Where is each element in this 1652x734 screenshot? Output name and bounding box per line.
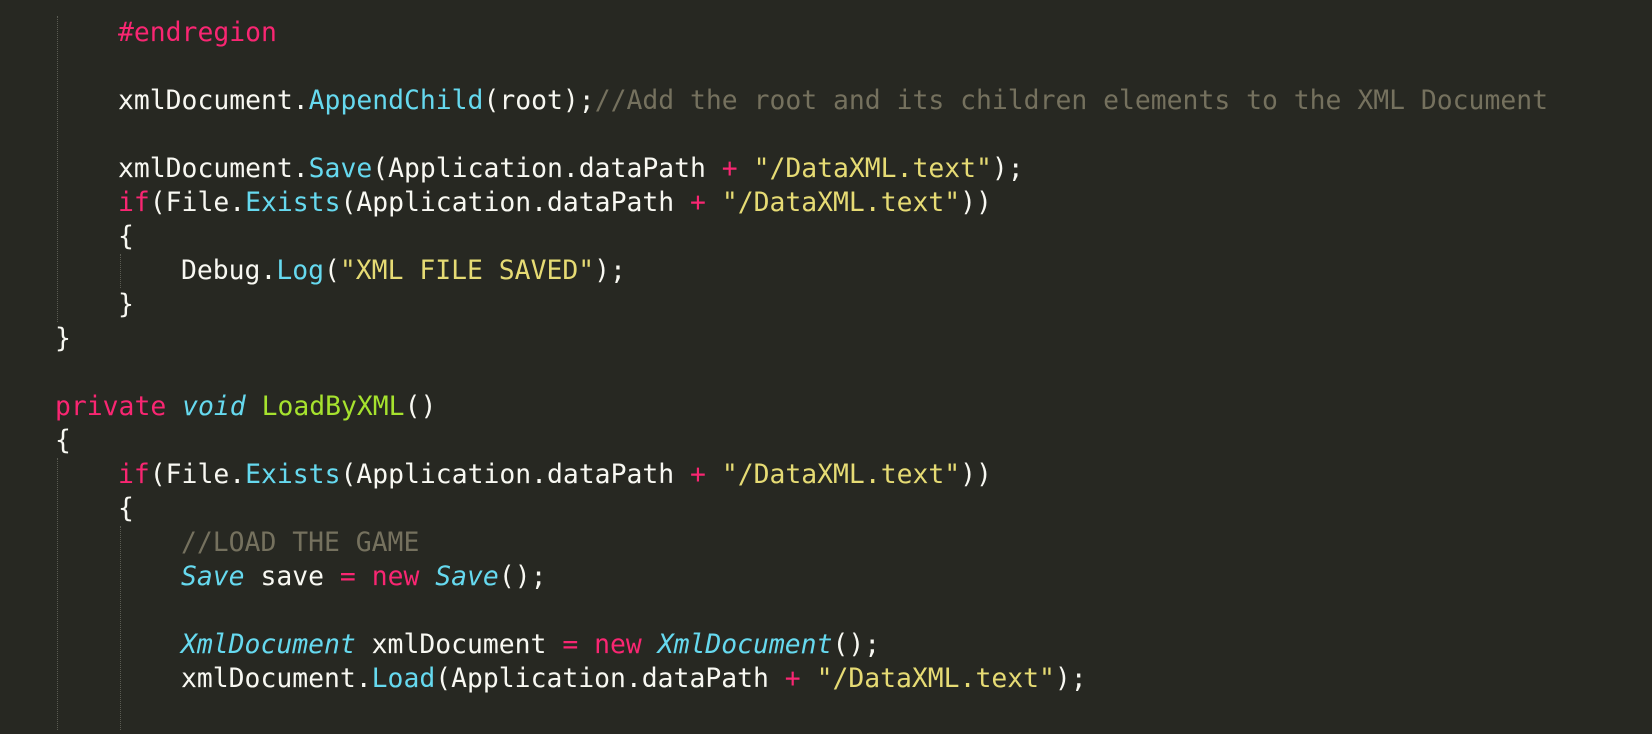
code-token: if [118, 187, 150, 218]
code-token: (root); [483, 85, 595, 116]
code-token: (Application.dataPath [372, 153, 722, 184]
code-line[interactable]: private void LoadByXML() [55, 390, 436, 424]
code-token: "/DataXML.text" [721, 459, 961, 490]
code-line[interactable]: } [55, 322, 71, 356]
indent-guide [120, 526, 121, 730]
code-token: Exists [245, 187, 341, 218]
code-line[interactable]: if(File.Exists(Application.dataPath + "/… [118, 186, 992, 220]
code-token: + [690, 459, 706, 490]
code-line[interactable]: #endregion [118, 16, 277, 50]
code-token: xmlDocument. [181, 663, 372, 694]
code-token: xmlDocument. [118, 85, 309, 116]
code-token: "/DataXML.text" [753, 153, 992, 184]
code-token: Save [435, 561, 499, 592]
code-token: + [784, 663, 801, 694]
code-token: void [182, 391, 246, 422]
code-token: new [594, 629, 642, 660]
code-token: //Add the root and its children elements… [594, 85, 1548, 116]
code-token: //LOAD THE GAME [181, 527, 420, 558]
code-token: XmlDocument [181, 629, 356, 660]
code-line[interactable]: { [118, 492, 134, 526]
code-token: } [55, 323, 71, 354]
code-token: (File. [149, 459, 246, 490]
code-token: AppendChild [308, 85, 484, 116]
code-token: #endregion [118, 17, 277, 48]
code-token: )) [960, 459, 992, 490]
code-token: xmlDocument. [118, 153, 309, 184]
indent-guide [57, 16, 58, 322]
code-token: ); [991, 153, 1024, 184]
code-line[interactable]: xmlDocument.AppendChild(root);//Add the … [118, 84, 1548, 118]
code-token: if [118, 459, 150, 490]
code-token: (); [498, 561, 547, 592]
code-line[interactable]: { [55, 424, 71, 458]
code-token: = [562, 629, 579, 660]
code-token: Save [308, 153, 373, 184]
code-token: xmlDocument [355, 629, 563, 660]
code-token: Load [371, 663, 436, 694]
code-token: )) [960, 187, 992, 218]
code-token: { [118, 493, 134, 524]
code-token: } [118, 289, 134, 320]
code-line[interactable]: if(File.Exists(Application.dataPath + "/… [118, 458, 992, 492]
code-token: (Application.dataPath [340, 459, 691, 490]
code-token: XmlDocument [657, 629, 833, 660]
code-token: (Application.dataPath [340, 187, 691, 218]
code-token: Exists [245, 459, 341, 490]
code-line[interactable]: //LOAD THE GAME [181, 526, 419, 560]
code-token: ); [1054, 663, 1087, 694]
code-token: (File. [149, 187, 246, 218]
code-token: Debug. [181, 255, 277, 286]
code-token: ( [324, 255, 340, 286]
code-token: () [404, 391, 437, 422]
indent-guide [120, 254, 121, 288]
code-line[interactable]: Debug.Log("XML FILE SAVED"); [181, 254, 626, 288]
code-token: (Application.dataPath [435, 663, 785, 694]
code-token: ); [594, 255, 626, 286]
code-token: save [244, 561, 340, 592]
code-token: private [55, 391, 167, 422]
code-token: { [55, 425, 71, 456]
code-line[interactable]: xmlDocument.Load(Application.dataPath + … [181, 662, 1087, 696]
code-line[interactable]: XmlDocument xmlDocument = new XmlDocumen… [181, 628, 880, 662]
code-token: Log [276, 255, 325, 286]
code-token: LoadByXML [261, 391, 405, 422]
code-token: + [721, 153, 738, 184]
code-token: "XML FILE SAVED" [339, 255, 595, 286]
code-token: "/DataXML.text" [721, 187, 961, 218]
code-line[interactable]: } [118, 288, 134, 322]
code-line[interactable]: Save save = new Save(); [181, 560, 546, 594]
code-token: new [371, 561, 420, 592]
code-token: { [118, 221, 134, 252]
code-token: + [690, 187, 706, 218]
indent-guide [57, 458, 58, 730]
code-token: = [339, 561, 356, 592]
code-token: "/DataXML.text" [816, 663, 1055, 694]
code-token: Save [181, 561, 245, 592]
code-token: (); [832, 629, 881, 660]
code-line[interactable]: xmlDocument.Save(Application.dataPath + … [118, 152, 1024, 186]
code-editor[interactable]: #endregion xmlDocument.AppendChild(root);… [0, 0, 1652, 734]
code-line[interactable]: { [118, 220, 134, 254]
